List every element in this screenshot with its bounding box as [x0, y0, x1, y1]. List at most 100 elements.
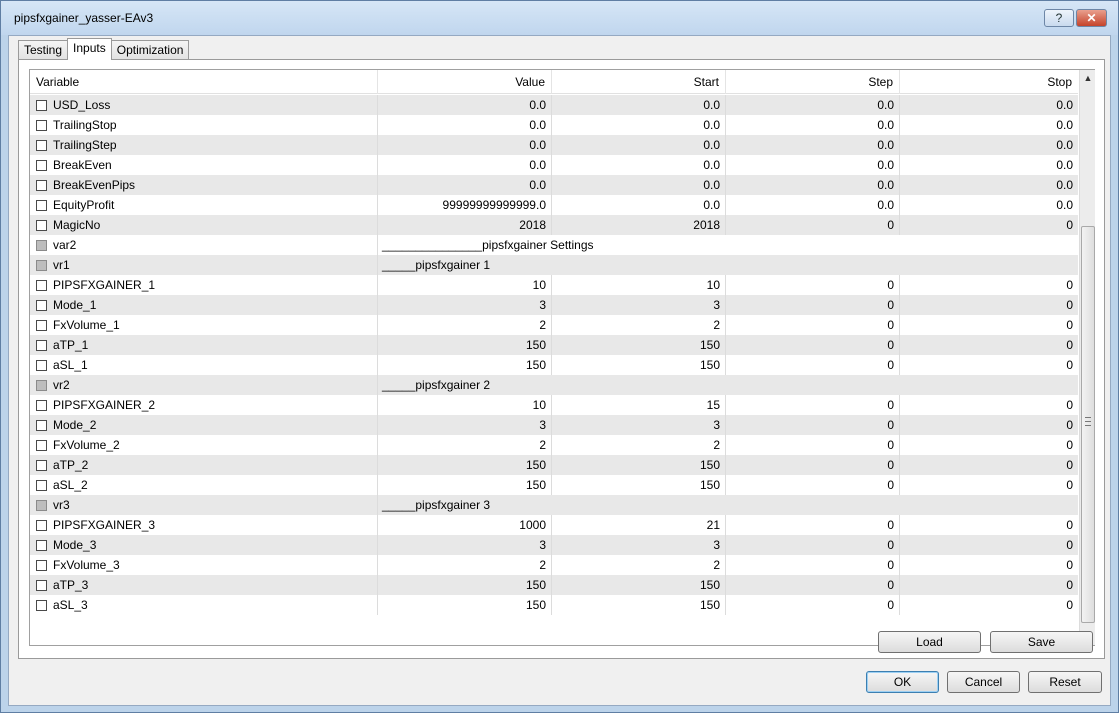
tab-optimization[interactable]: Optimization — [110, 40, 190, 60]
step-cell[interactable]: 0 — [726, 515, 900, 535]
value-cell[interactable]: 1000 — [378, 515, 552, 535]
column-header-variable[interactable]: Variable — [30, 70, 378, 94]
optimize-checkbox[interactable] — [36, 519, 47, 531]
value-cell[interactable]: 2 — [378, 555, 552, 575]
step-cell[interactable]: 0.0 — [726, 135, 900, 155]
load-button[interactable]: Load — [878, 631, 981, 653]
value-cell[interactable]: 150 — [378, 335, 552, 355]
stop-cell[interactable]: 0 — [900, 515, 1078, 535]
optimize-checkbox[interactable] — [36, 159, 47, 171]
table-row[interactable]: PIPSFXGAINER_1 10 10 0 0 — [30, 275, 1078, 295]
value-cell[interactable]: 2 — [378, 435, 552, 455]
column-header-stop[interactable]: Stop — [900, 70, 1078, 94]
step-cell[interactable]: 0 — [726, 415, 900, 435]
start-cell[interactable]: 2 — [552, 555, 726, 575]
section-label[interactable]: _____pipsfxgainer 1 — [378, 255, 1078, 275]
value-cell[interactable]: 0.0 — [378, 135, 552, 155]
start-cell[interactable]: 3 — [552, 295, 726, 315]
start-cell[interactable]: 150 — [552, 335, 726, 355]
value-cell[interactable]: 3 — [378, 415, 552, 435]
stop-cell[interactable]: 0.0 — [900, 155, 1078, 175]
value-cell[interactable]: 150 — [378, 475, 552, 495]
optimize-checkbox[interactable] — [36, 599, 47, 611]
stop-cell[interactable]: 0 — [900, 455, 1078, 475]
table-row[interactable]: Mode_1 3 3 0 0 — [30, 295, 1078, 315]
section-row[interactable]: vr1 _____pipsfxgainer 1 — [30, 255, 1078, 275]
table-row[interactable]: Mode_3 3 3 0 0 — [30, 535, 1078, 555]
stop-cell[interactable]: 0.0 — [900, 115, 1078, 135]
stop-cell[interactable]: 0 — [900, 575, 1078, 595]
start-cell[interactable]: 3 — [552, 535, 726, 555]
start-cell[interactable]: 21 — [552, 515, 726, 535]
column-header-start[interactable]: Start — [552, 70, 726, 94]
table-row[interactable]: TrailingStep 0.0 0.0 0.0 0.0 — [30, 135, 1078, 155]
start-cell[interactable]: 0.0 — [552, 115, 726, 135]
title-bar[interactable]: pipsfxgainer_yasser-EAv3 ? ✕ — [1, 1, 1118, 35]
optimize-checkbox[interactable] — [36, 359, 47, 371]
table-row[interactable]: aTP_1 150 150 0 0 — [30, 335, 1078, 355]
start-cell[interactable]: 0.0 — [552, 195, 726, 215]
optimize-checkbox[interactable] — [36, 279, 47, 291]
section-row[interactable]: vr3 _____pipsfxgainer 3 — [30, 495, 1078, 515]
tab-testing[interactable]: Testing — [18, 40, 69, 60]
step-cell[interactable]: 0.0 — [726, 115, 900, 135]
value-cell[interactable]: 3 — [378, 295, 552, 315]
start-cell[interactable]: 150 — [552, 475, 726, 495]
table-row[interactable]: BreakEvenPips 0.0 0.0 0.0 0.0 — [30, 175, 1078, 195]
start-cell[interactable]: 150 — [552, 575, 726, 595]
optimize-checkbox[interactable] — [36, 139, 47, 151]
section-label[interactable]: _____pipsfxgainer 2 — [378, 375, 1078, 395]
value-cell[interactable]: 10 — [378, 395, 552, 415]
close-button[interactable]: ✕ — [1076, 9, 1107, 27]
step-cell[interactable]: 0 — [726, 555, 900, 575]
scrollbar-thumb[interactable] — [1081, 226, 1095, 623]
start-cell[interactable]: 2018 — [552, 215, 726, 235]
value-cell[interactable]: 2018 — [378, 215, 552, 235]
value-cell[interactable]: 0.0 — [378, 115, 552, 135]
optimize-checkbox[interactable] — [36, 99, 47, 111]
step-cell[interactable]: 0.0 — [726, 155, 900, 175]
table-row[interactable]: PIPSFXGAINER_2 10 15 0 0 — [30, 395, 1078, 415]
section-label[interactable]: _______________pipsfxgainer Settings — [378, 235, 1078, 255]
start-cell[interactable]: 2 — [552, 315, 726, 335]
start-cell[interactable]: 150 — [552, 455, 726, 475]
stop-cell[interactable]: 0.0 — [900, 95, 1078, 115]
start-cell[interactable]: 0.0 — [552, 175, 726, 195]
optimize-checkbox[interactable] — [36, 179, 47, 191]
start-cell[interactable]: 150 — [552, 595, 726, 615]
step-cell[interactable]: 0 — [726, 455, 900, 475]
stop-cell[interactable]: 0 — [900, 355, 1078, 375]
optimize-checkbox[interactable] — [36, 399, 47, 411]
value-cell[interactable]: 150 — [378, 455, 552, 475]
optimize-checkbox[interactable] — [36, 459, 47, 471]
value-cell[interactable]: 0.0 — [378, 95, 552, 115]
step-cell[interactable]: 0 — [726, 275, 900, 295]
stop-cell[interactable]: 0 — [900, 535, 1078, 555]
step-cell[interactable]: 0 — [726, 355, 900, 375]
optimize-checkbox[interactable] — [36, 339, 47, 351]
step-cell[interactable]: 0 — [726, 295, 900, 315]
table-row[interactable]: aSL_3 150 150 0 0 — [30, 595, 1078, 615]
start-cell[interactable]: 150 — [552, 355, 726, 375]
stop-cell[interactable]: 0 — [900, 435, 1078, 455]
step-cell[interactable]: 0 — [726, 435, 900, 455]
table-row[interactable]: aTP_3 150 150 0 0 — [30, 575, 1078, 595]
table-row[interactable]: MagicNo 2018 2018 0 0 — [30, 215, 1078, 235]
table-row[interactable]: EquityProfit 99999999999999.0 0.0 0.0 0.0 — [30, 195, 1078, 215]
start-cell[interactable]: 3 — [552, 415, 726, 435]
stop-cell[interactable]: 0 — [900, 595, 1078, 615]
stop-cell[interactable]: 0 — [900, 315, 1078, 335]
value-cell[interactable]: 0.0 — [378, 155, 552, 175]
section-label[interactable]: _____pipsfxgainer 3 — [378, 495, 1078, 515]
stop-cell[interactable]: 0.0 — [900, 135, 1078, 155]
step-cell[interactable]: 0 — [726, 315, 900, 335]
optimize-checkbox[interactable] — [36, 219, 47, 231]
step-cell[interactable]: 0.0 — [726, 195, 900, 215]
stop-cell[interactable]: 0 — [900, 335, 1078, 355]
section-row[interactable]: var2 _______________pipsfxgainer Settings — [30, 235, 1078, 255]
start-cell[interactable]: 15 — [552, 395, 726, 415]
optimize-checkbox[interactable] — [36, 119, 47, 131]
optimize-checkbox[interactable] — [36, 419, 47, 431]
stop-cell[interactable]: 0 — [900, 215, 1078, 235]
optimize-checkbox[interactable] — [36, 539, 47, 551]
